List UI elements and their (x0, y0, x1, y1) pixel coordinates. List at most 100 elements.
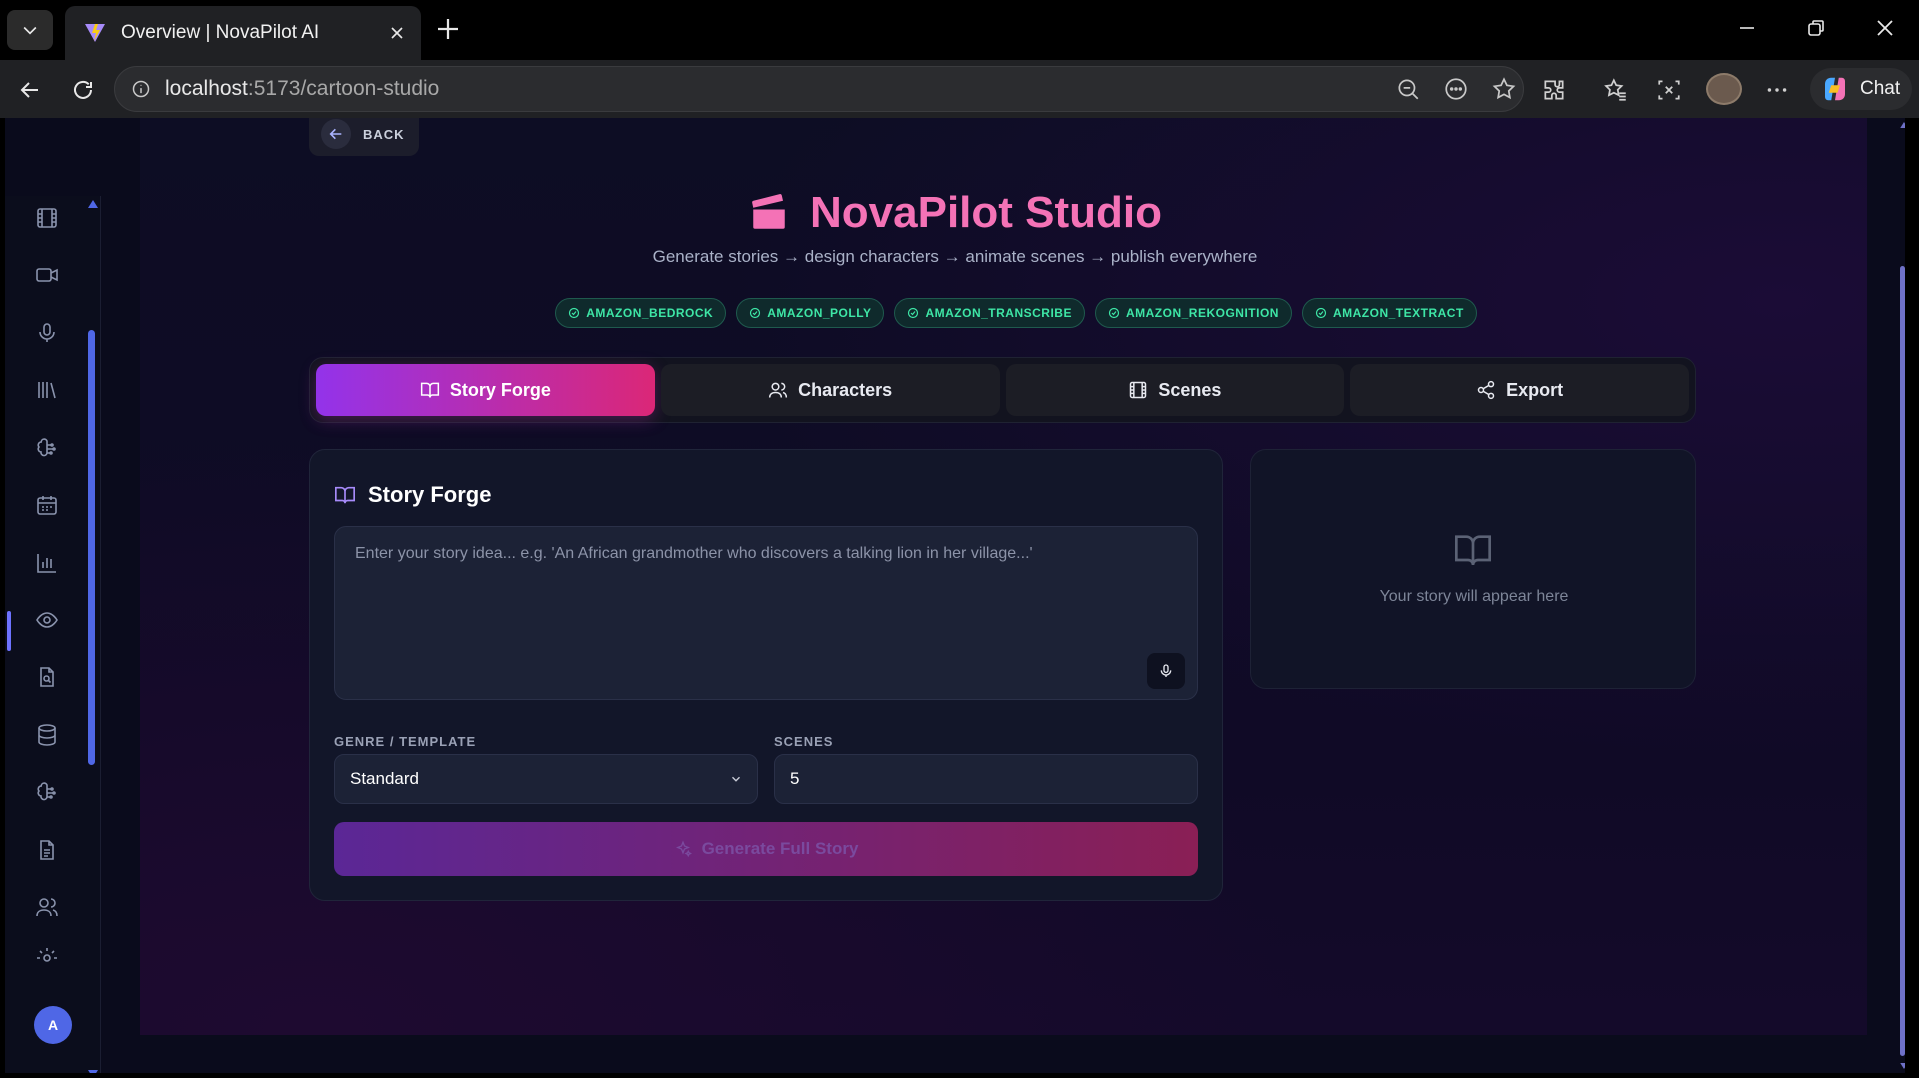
brain-icon (37, 782, 56, 801)
browser-toolbar: localhost:5173/cartoon-studio Chat (0, 60, 1919, 118)
address-bar[interactable]: localhost:5173/cartoon-studio (114, 66, 1524, 112)
service-badge: AMAZON_POLLY (736, 298, 885, 328)
library-icon (38, 382, 56, 399)
tab-scenes[interactable]: Scenes (1005, 364, 1345, 416)
story-forge-header: Story Forge (334, 482, 491, 508)
sidebar-item-library[interactable] (33, 376, 61, 404)
copilot-icon (1825, 77, 1845, 101)
sidebar-item-analytics[interactable] (33, 549, 61, 577)
user-avatar[interactable]: A (34, 1006, 72, 1044)
story-empty-text: Your story will appear here (1379, 588, 1569, 605)
scenes-label: SCENES (774, 734, 834, 749)
sidebar-item-documents[interactable] (33, 836, 61, 864)
sidebar-item-database[interactable] (33, 721, 61, 749)
check-circle-icon (569, 307, 580, 319)
browser-tab-active[interactable]: Overview | NovaPilot AI (65, 6, 421, 60)
check-circle-icon (750, 307, 761, 319)
page-viewport: A BACK NovaPilot Studio Generate stories… (5, 118, 1905, 1073)
story-idea-textarea[interactable]: Enter your story idea... e.g. 'An Africa… (334, 526, 1198, 700)
check-circle-icon (1315, 307, 1327, 319)
book-open-icon (335, 486, 355, 504)
calendar-icon (37, 496, 57, 515)
tab-story-forge[interactable]: Story Forge (316, 364, 655, 416)
sidebar-item-calendar[interactable] (33, 491, 61, 519)
more-options-icon[interactable] (1764, 77, 1790, 103)
new-tab-icon[interactable] (433, 14, 463, 44)
story-idea-placeholder: Enter your story idea... e.g. 'An Africa… (355, 545, 1033, 562)
read-aloud-icon[interactable] (1443, 76, 1469, 102)
minimize-icon[interactable] (1735, 16, 1759, 40)
browser-tab-strip: Overview | NovaPilot AI (0, 0, 1919, 60)
service-badges: AMAZON_BEDROCK AMAZON_POLLY AMAZON_TRANS… (5, 298, 1905, 328)
film-icon (1130, 381, 1147, 399)
sidebar-item-settings[interactable] (33, 946, 61, 962)
chat-label: Chat (1860, 78, 1901, 99)
genre-label: GENRE / TEMPLATE (334, 734, 477, 749)
extensions-icon[interactable] (1541, 77, 1567, 103)
share-icon (1477, 380, 1495, 400)
scroll-down-icon[interactable] (88, 1070, 98, 1073)
bar-chart-icon (37, 554, 56, 573)
arrow-left-icon (329, 128, 342, 140)
tab-actions-button[interactable] (7, 10, 53, 50)
settings-icon (37, 948, 57, 962)
sidebar-item-vision[interactable] (33, 606, 61, 634)
sidebar-item-ai-2[interactable] (33, 778, 61, 806)
sidebar-item-document-search[interactable] (33, 663, 61, 691)
close-window-icon[interactable] (1873, 16, 1897, 40)
service-badge: AMAZON_BEDROCK (555, 298, 727, 328)
scenes-input[interactable]: 5 (774, 754, 1198, 804)
sidebar-item-users[interactable] (33, 893, 61, 921)
close-tab-icon[interactable] (387, 23, 407, 43)
chevron-down-icon (732, 776, 740, 782)
file-search-icon (40, 667, 54, 687)
clapperboard-icon (752, 194, 785, 229)
back-button[interactable]: BACK (309, 118, 419, 156)
voice-input-button[interactable] (1147, 653, 1185, 689)
studio-tabs: Story Forge Characters Scenes Export (309, 357, 1696, 423)
sidebar-scrollbar[interactable] (88, 330, 95, 765)
back-arrow-icon[interactable] (16, 78, 44, 102)
reload-icon[interactable] (70, 78, 96, 102)
service-badge: AMAZON_TEXTRACT (1301, 298, 1477, 328)
site-info-icon[interactable] (131, 79, 151, 99)
brain-icon (37, 438, 56, 457)
story-output-panel: Your story will appear here (1250, 449, 1696, 689)
eye-icon (36, 612, 58, 628)
zoom-out-icon[interactable] (1395, 76, 1421, 102)
story-forge-panel: Story Forge Enter your story idea... e.g… (309, 449, 1223, 901)
tab-export[interactable]: Export (1350, 364, 1689, 416)
sparkles-icon (675, 840, 692, 858)
copilot-chat-button[interactable]: Chat (1810, 68, 1912, 110)
page-title: NovaPilot Studio (810, 188, 1162, 237)
genre-select[interactable]: Standard (334, 754, 758, 804)
favorite-star-icon[interactable] (1491, 76, 1517, 102)
tab-characters[interactable]: Characters (660, 364, 1000, 416)
users-icon (769, 382, 788, 398)
page-subtitle: Generate stories → design characters → a… (652, 247, 1258, 266)
vite-logo-icon (85, 24, 105, 42)
restore-icon[interactable] (1804, 16, 1828, 40)
microphone-icon (1160, 664, 1172, 677)
story-forge-title: Story Forge (368, 482, 492, 507)
favorites-icon[interactable] (1603, 77, 1629, 103)
url-text: localhost:5173/cartoon-studio (165, 77, 440, 100)
screenshot-icon[interactable] (1656, 77, 1682, 103)
chevron-down-icon (23, 26, 37, 35)
page-scroll-down-icon[interactable] (1900, 1063, 1905, 1069)
database-icon (38, 724, 56, 746)
tab-title: Overview | NovaPilot AI (121, 22, 320, 43)
page-scroll-up-icon[interactable] (1900, 122, 1905, 128)
page-scrollbar[interactable] (1900, 266, 1905, 1056)
profile-avatar[interactable] (1706, 73, 1742, 105)
document-icon (40, 840, 54, 860)
users-icon (36, 898, 58, 917)
back-label: BACK (363, 126, 405, 142)
sidebar-active-indicator (7, 611, 11, 651)
book-open-icon (420, 382, 439, 398)
generate-story-button[interactable]: Generate Full Story (334, 822, 1198, 876)
scenes-value: 5 (790, 769, 800, 788)
sidebar-item-ai[interactable] (33, 434, 61, 462)
check-circle-icon (1108, 307, 1120, 319)
studio-header: NovaPilot Studio (5, 188, 1905, 238)
